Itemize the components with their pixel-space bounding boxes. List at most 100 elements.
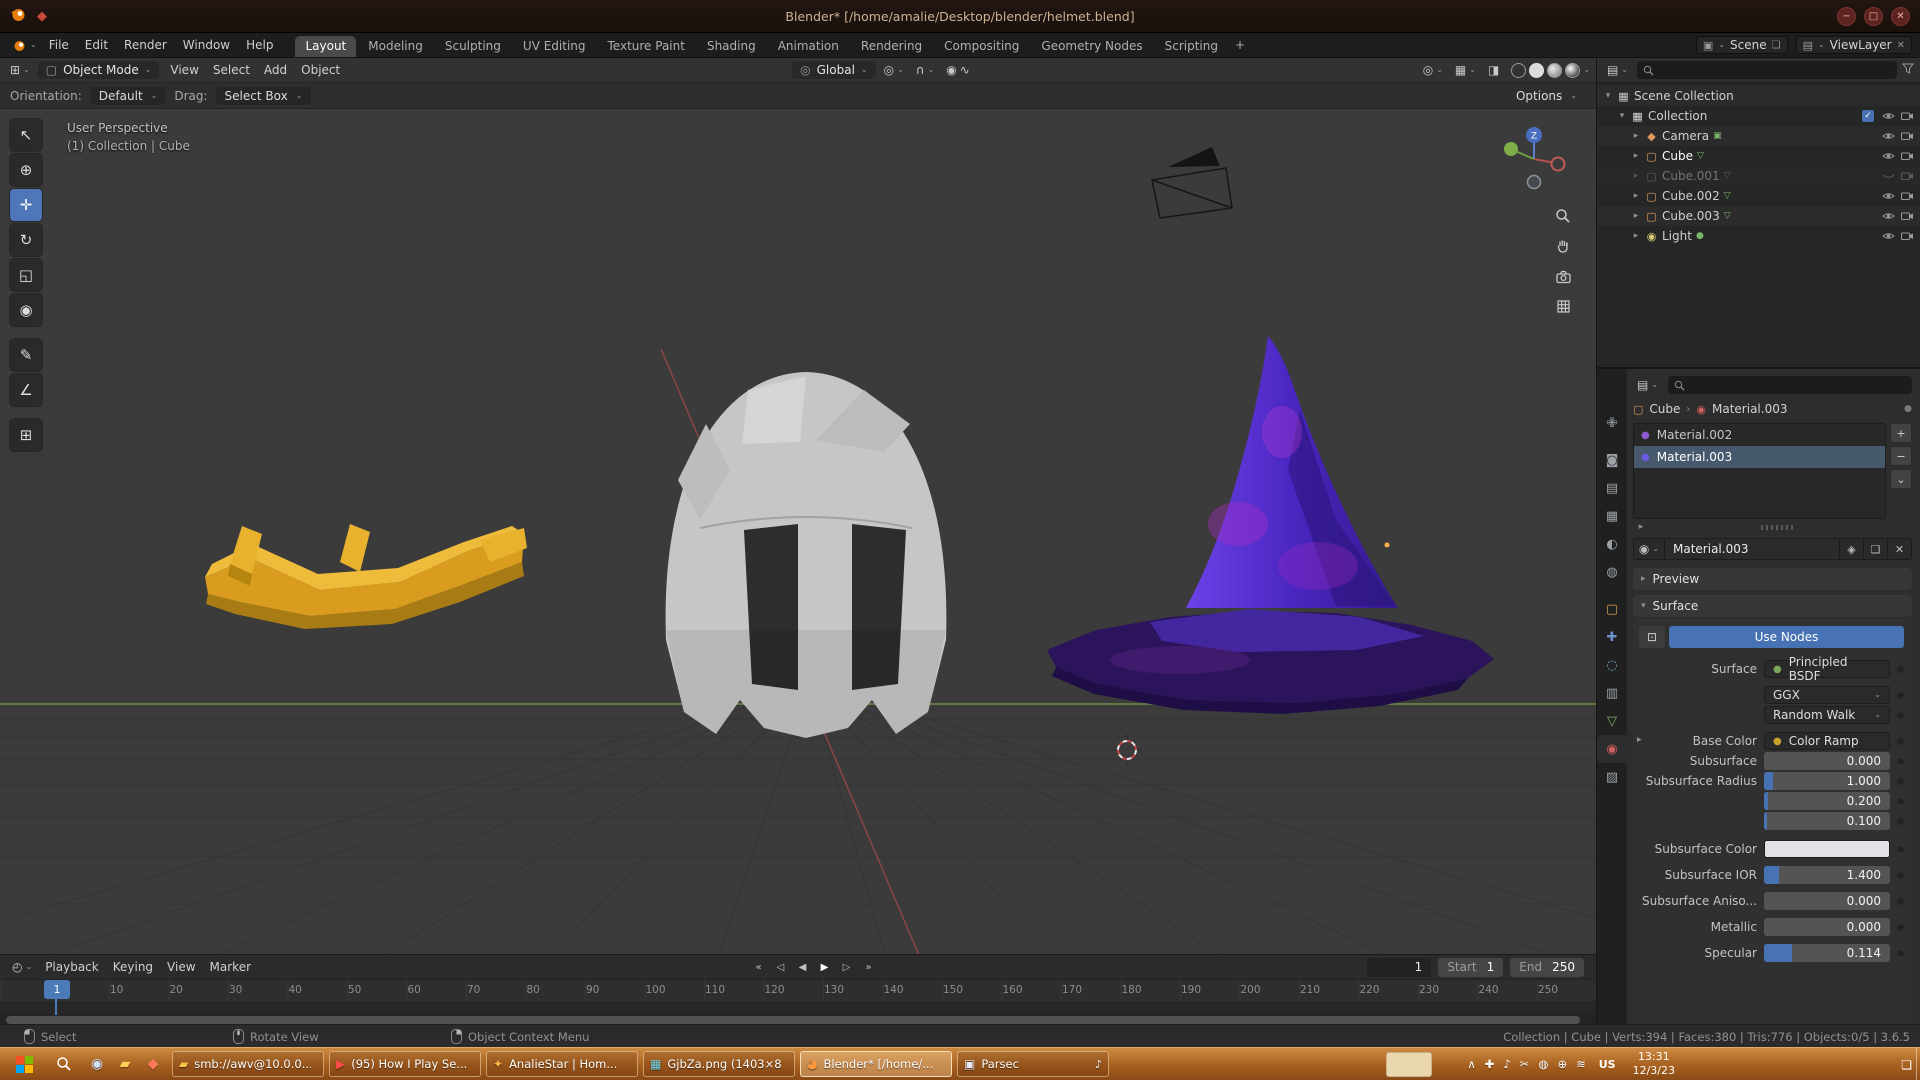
- 3d-viewport[interactable]: User Perspective (1) Collection | Cube ↖…: [0, 109, 1596, 954]
- viewport-menu[interactable]: Select: [206, 61, 257, 79]
- outliner-search-input[interactable]: [1637, 61, 1897, 79]
- properties-tab[interactable]: ◐: [1597, 530, 1627, 558]
- pin-icon[interactable]: ●: [1904, 404, 1912, 414]
- taskbar-window-button[interactable]: ▶ (95) How I Play Se...: [329, 1051, 481, 1077]
- workspace-tab[interactable]: Geometry Nodes: [1031, 36, 1152, 57]
- taskbar-window-button[interactable]: ▣ Parsec ♪: [957, 1051, 1109, 1077]
- expand-icon[interactable]: ▾: [1603, 91, 1613, 101]
- render-visibility-icon[interactable]: [1899, 231, 1915, 241]
- properties-tab[interactable]: ✙: [1597, 409, 1627, 437]
- resize-grip[interactable]: [1761, 525, 1795, 530]
- zoom-icon[interactable]: [1552, 205, 1574, 227]
- properties-tab[interactable]: ▤: [1597, 474, 1627, 502]
- subsurface-color-swatch[interactable]: [1764, 840, 1890, 858]
- property-slider-row[interactable]: 0.100: [1639, 812, 1904, 830]
- show-desktop-button[interactable]: [1916, 1048, 1920, 1080]
- eye-icon[interactable]: [1880, 151, 1896, 161]
- expand-icon[interactable]: ▸: [1631, 171, 1641, 181]
- shading-wireframe-button[interactable]: [1511, 63, 1526, 78]
- outliner-row[interactable]: ▸ ▢ Cube.003 ▽: [1597, 206, 1920, 226]
- material-slot[interactable]: ● Material.003: [1634, 446, 1885, 468]
- object-name[interactable]: Cube: [1662, 149, 1693, 163]
- window-control-button[interactable]: −: [1837, 7, 1856, 26]
- workspace-tab[interactable]: Texture Paint: [598, 36, 695, 57]
- properties-editor-type-button[interactable]: ▤ ⌄: [1633, 376, 1662, 394]
- expand-icon[interactable]: ▸: [1631, 211, 1641, 221]
- orthographic-grid-icon[interactable]: [1552, 295, 1574, 317]
- use-nodes-button[interactable]: Use Nodes: [1669, 626, 1904, 648]
- pan-hand-icon[interactable]: [1552, 235, 1574, 257]
- workspace-tab[interactable]: Sculpting: [435, 36, 511, 57]
- proportional-edit-button[interactable]: ◉ ∿: [942, 61, 974, 79]
- material-slot[interactable]: ● Material.002: [1634, 424, 1885, 446]
- viewport-menu[interactable]: Add: [257, 61, 294, 79]
- render-visibility-icon[interactable]: [1899, 211, 1915, 221]
- properties-tab[interactable]: ▢: [1597, 595, 1627, 623]
- tool-button[interactable]: ⊕: [10, 154, 42, 186]
- tool-button[interactable]: ◉: [10, 294, 42, 326]
- outliner-row[interactable]: ▸ ▢ Cube.002 ▽: [1597, 186, 1920, 206]
- expand-icon[interactable]: ▾: [1617, 111, 1627, 121]
- topbar-menu[interactable]: File: [41, 36, 77, 54]
- render-visibility-icon[interactable]: [1899, 191, 1915, 201]
- viewport-menu[interactable]: View: [163, 61, 205, 79]
- workspace-tab[interactable]: UV Editing: [513, 36, 596, 57]
- object-name[interactable]: Scene Collection: [1634, 89, 1734, 103]
- properties-search-input[interactable]: [1668, 376, 1912, 394]
- properties-tab[interactable]: ▨: [1597, 763, 1627, 791]
- new-material-button[interactable]: ❏: [1864, 538, 1888, 560]
- add-workspace-button[interactable]: +: [1228, 35, 1252, 56]
- shading-rendered-button[interactable]: [1565, 63, 1580, 78]
- topbar-menu[interactable]: Edit: [77, 36, 116, 54]
- pinned-app-icon[interactable]: ▰: [111, 1048, 139, 1080]
- timeline-menu[interactable]: Marker: [203, 958, 258, 976]
- outliner-row[interactable]: ▾ ▦ Collection ✓: [1597, 106, 1920, 126]
- shading-solid-button[interactable]: [1529, 63, 1544, 78]
- current-frame-field[interactable]: 1: [1367, 958, 1431, 977]
- tool-button[interactable]: ⊞: [10, 419, 42, 451]
- timeline-editor-type-button[interactable]: ◴ ⌄: [8, 958, 36, 976]
- transform-orientation-dropdown[interactable]: ◎ Global ⌄: [792, 61, 875, 79]
- outliner-filter-icon[interactable]: [1902, 63, 1914, 77]
- taskbar-window-button[interactable]: ▦ GjbZa.png (1403×8...: [643, 1051, 795, 1077]
- object-name[interactable]: Light: [1662, 229, 1692, 243]
- mode-dropdown[interactable]: ▢ Object Mode ⌄: [38, 61, 160, 79]
- taskbar-window-button[interactable]: ◕ Blender* [/home/...: [800, 1051, 952, 1077]
- topbar-menu[interactable]: Window: [175, 36, 238, 54]
- end-frame-field[interactable]: End 250: [1510, 958, 1584, 977]
- topbar-menu[interactable]: Help: [238, 36, 281, 54]
- properties-tab[interactable]: ◙: [1597, 446, 1627, 474]
- expand-icon[interactable]: ▸: [1631, 131, 1641, 141]
- tool-button[interactable]: ✎: [10, 339, 42, 371]
- surface-section-header[interactable]: ▾ Surface: [1633, 595, 1912, 617]
- tray-icon[interactable]: ⊕: [1557, 1057, 1567, 1071]
- viewlayer-selector[interactable]: ▤ ⌄ ViewLayer ✕: [1796, 36, 1912, 54]
- window-control-button[interactable]: ✕: [1891, 7, 1910, 26]
- tool-button[interactable]: ✛: [10, 189, 42, 221]
- collection-checkbox[interactable]: ✓: [1862, 110, 1874, 122]
- eye-icon[interactable]: [1880, 231, 1896, 241]
- expand-icon[interactable]: ▸: [1631, 191, 1641, 201]
- start-button[interactable]: [3, 1048, 45, 1080]
- drag-dropdown[interactable]: Select Box ⌄: [216, 87, 312, 105]
- property-slider-row[interactable]: Subsurface Radius 1.000: [1639, 772, 1904, 790]
- workspace-tab[interactable]: Compositing: [934, 36, 1029, 57]
- playhead[interactable]: 1: [44, 980, 70, 999]
- preview-section-header[interactable]: ▸ Preview: [1633, 568, 1912, 590]
- object-name[interactable]: Collection: [1648, 109, 1707, 123]
- tool-button[interactable]: ∠: [10, 374, 42, 406]
- playback-button[interactable]: »: [858, 957, 879, 977]
- playback-button[interactable]: ◁: [770, 957, 791, 977]
- workspace-tab[interactable]: Scripting: [1155, 36, 1228, 57]
- new-scene-button[interactable]: ❏: [1772, 40, 1781, 51]
- playback-button[interactable]: «: [748, 957, 769, 977]
- playback-button[interactable]: ◀: [792, 957, 813, 977]
- render-visibility-icon[interactable]: [1899, 151, 1915, 161]
- shading-material-button[interactable]: [1547, 63, 1562, 78]
- expand-icon[interactable]: ▸: [1631, 151, 1641, 161]
- show-gizmo-button[interactable]: ◎ ⌄: [1419, 61, 1447, 79]
- eye-icon[interactable]: [1880, 111, 1896, 121]
- timeline-menu[interactable]: Keying: [106, 958, 160, 976]
- outliner-row[interactable]: ▾ ▦ Scene Collection: [1597, 86, 1920, 106]
- outliner-editor-type-button[interactable]: ▤ ⌄: [1603, 61, 1632, 79]
